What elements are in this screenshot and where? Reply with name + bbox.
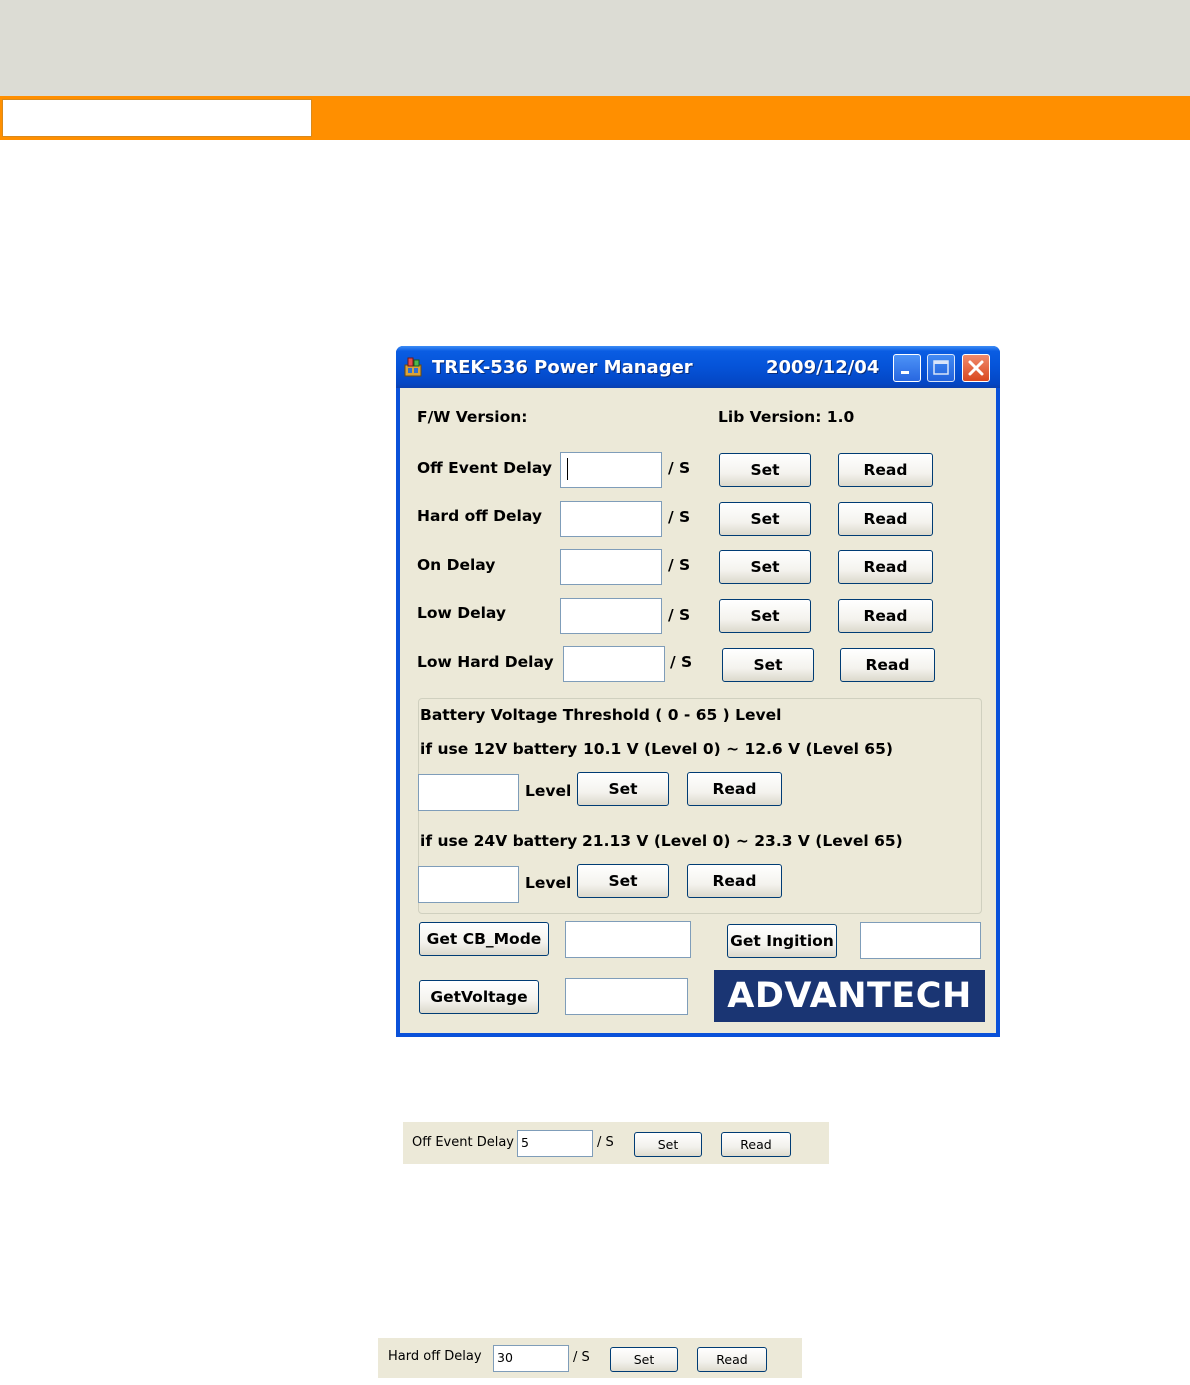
battery-12v-level-input[interactable] [418, 774, 519, 811]
off-event-delay-snippet: Off Event Delay 5 / S Set Read [403, 1122, 829, 1164]
snippet-label: Off Event Delay [412, 1135, 514, 1150]
level-label: Level [525, 782, 572, 800]
battery-24v-label: if use 24V battery [420, 832, 578, 850]
text-cursor [567, 458, 568, 480]
off-event-delay-label: Off Event Delay [417, 459, 552, 477]
low-hard-delay-input[interactable] [563, 646, 665, 682]
minimize-icon [901, 371, 909, 374]
off-event-delay-input[interactable] [560, 452, 662, 488]
maximize-button[interactable] [927, 354, 955, 382]
snippet-read-button[interactable]: Read [697, 1347, 767, 1372]
battery-24v-set-button[interactable]: Set [577, 864, 669, 898]
battery-12v-set-button[interactable]: Set [577, 772, 669, 806]
unit-label: / S [668, 556, 691, 574]
battery-threshold-title: Battery Voltage Threshold ( 0 - 65 ) Lev… [420, 706, 782, 724]
snippet-set-button[interactable]: Set [634, 1132, 702, 1157]
snippet-label: Hard off Delay [388, 1349, 482, 1364]
snippet-hard-off-input[interactable]: 30 [493, 1345, 569, 1372]
lib-version-label: Lib Version: 1.0 [718, 408, 855, 426]
snippet-off-event-input[interactable]: 5 [517, 1130, 593, 1157]
snippet-unit-label: / S [573, 1350, 590, 1365]
low-hard-delay-read-button[interactable]: Read [840, 648, 935, 682]
battery-24v-read-button[interactable]: Read [687, 864, 782, 898]
title-bar[interactable]: TREK-536 Power Manager 2009/12/04 [396, 346, 1000, 388]
on-delay-set-button[interactable]: Set [719, 550, 811, 584]
advantech-logo: ADVANTECH [714, 970, 985, 1022]
ingition-output[interactable] [860, 922, 981, 959]
snippet-set-button[interactable]: Set [610, 1347, 678, 1372]
unit-label: / S [668, 459, 691, 477]
header-tab-box [2, 99, 312, 137]
get-ingition-button[interactable]: Get Ingition [727, 924, 837, 958]
hard-off-delay-input[interactable] [560, 501, 662, 537]
hard-off-delay-snippet: Hard off Delay 30 / S Set Read [378, 1338, 802, 1378]
get-voltage-button[interactable]: GetVoltage [419, 980, 539, 1014]
battery-12v-read-button[interactable]: Read [687, 772, 782, 806]
low-hard-delay-set-button[interactable]: Set [722, 648, 814, 682]
cb-mode-output[interactable] [565, 921, 691, 958]
snippet-read-button[interactable]: Read [721, 1132, 791, 1157]
low-delay-set-button[interactable]: Set [719, 599, 811, 633]
window-date: 2009/12/04 [766, 357, 880, 378]
battery-12v-label: if use 12V battery [420, 740, 578, 758]
battery-12v-range: 10.1 V (Level 0) ~ 12.6 V (Level 65) [583, 740, 893, 758]
on-delay-label: On Delay [417, 556, 496, 574]
unit-label: / S [668, 508, 691, 526]
app-icon [404, 357, 422, 377]
level-label: Level [525, 874, 572, 892]
maximize-icon [933, 360, 949, 375]
on-delay-read-button[interactable]: Read [838, 550, 933, 584]
unit-label: / S [668, 606, 691, 624]
dialog-client-area: F/W Version: Lib Version: 1.0 Off Event … [400, 388, 996, 1033]
battery-24v-range: 21.13 V (Level 0) ~ 23.3 V (Level 65) [582, 832, 903, 850]
close-icon [968, 360, 984, 376]
power-manager-window: TREK-536 Power Manager 2009/12/04 F/W Ve… [396, 346, 1000, 1037]
page-header-band [0, 0, 1190, 96]
hard-off-delay-read-button[interactable]: Read [838, 502, 933, 536]
off-event-delay-set-button[interactable]: Set [719, 453, 811, 487]
battery-24v-level-input[interactable] [418, 866, 519, 903]
get-cb-mode-button[interactable]: Get CB_Mode [419, 922, 549, 956]
snippet-unit-label: / S [597, 1135, 614, 1150]
hard-off-delay-set-button[interactable]: Set [719, 502, 811, 536]
close-button[interactable] [962, 354, 990, 382]
minimize-button[interactable] [893, 354, 921, 382]
off-event-delay-read-button[interactable]: Read [838, 453, 933, 487]
on-delay-input[interactable] [560, 549, 662, 585]
low-hard-delay-label: Low Hard Delay [417, 653, 554, 671]
low-delay-read-button[interactable]: Read [838, 599, 933, 633]
low-delay-label: Low Delay [417, 604, 507, 622]
hard-off-delay-label: Hard off Delay [417, 507, 542, 525]
low-delay-input[interactable] [560, 598, 662, 634]
voltage-output[interactable] [565, 978, 688, 1015]
fw-version-label: F/W Version: [417, 408, 528, 426]
unit-label: / S [670, 653, 693, 671]
window-title: TREK-536 Power Manager [432, 357, 693, 378]
